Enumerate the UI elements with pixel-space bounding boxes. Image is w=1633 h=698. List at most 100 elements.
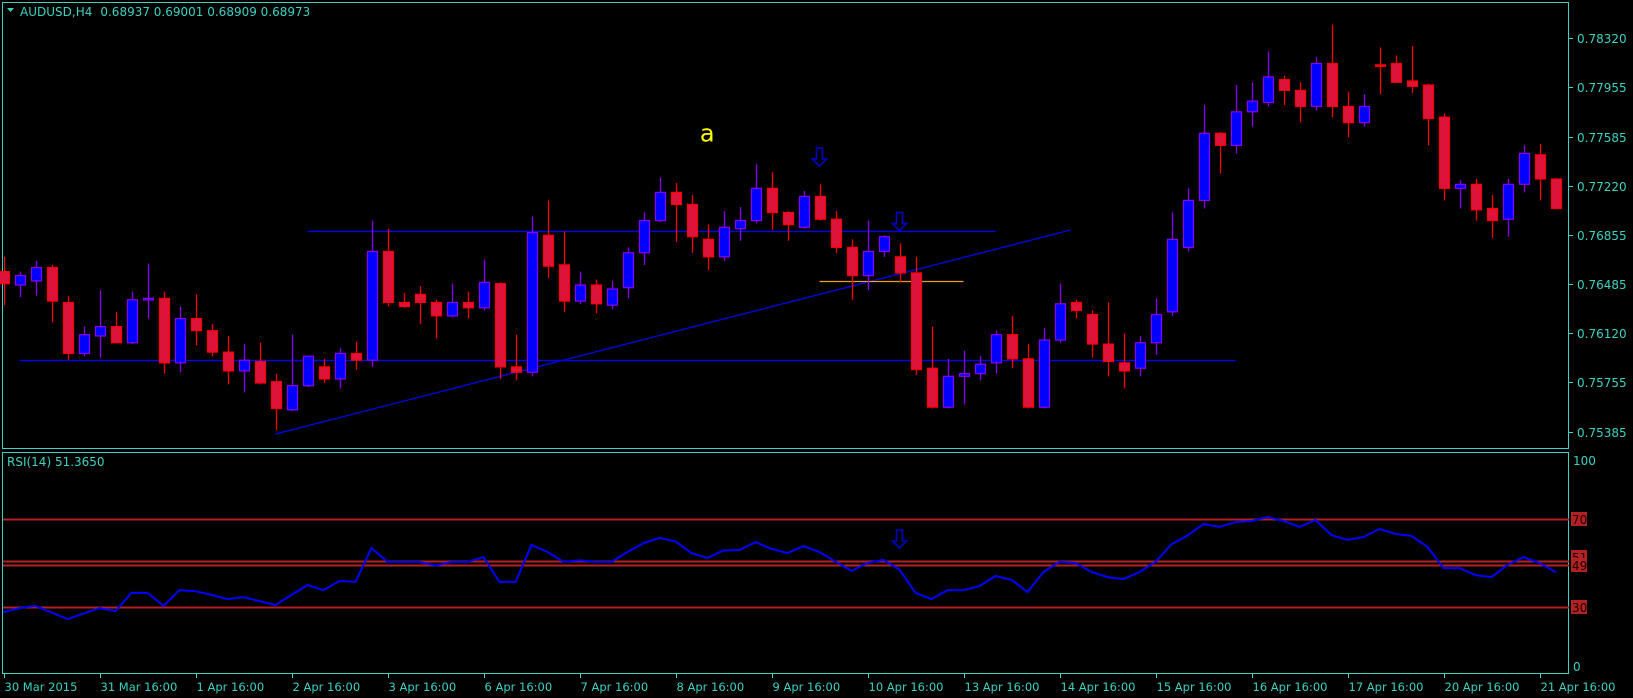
rsi-point [1458,567,1461,569]
candle-body [1470,183,1483,211]
candle-body [334,352,347,380]
rsi-point [18,607,21,609]
candle-bullish [174,306,187,373]
candle-body [1198,132,1211,202]
candle-bearish [1534,144,1547,201]
candle-body [862,250,875,277]
chart-objects-front: a [700,120,909,550]
time-tick-label: 10 Apr 16:00 [869,680,944,694]
rsi-point [1442,567,1445,569]
candle-body [142,297,155,301]
candle-body [1118,362,1131,372]
candle-bearish [1294,82,1307,123]
candle-body [782,211,795,226]
rsi-point [914,592,917,594]
candle-bearish [254,342,267,385]
candle-bullish [446,283,459,318]
rsi-point [66,618,69,620]
rsi-point [834,560,837,563]
candle-body [1342,105,1355,124]
candle-body [430,301,443,317]
rsi-point [386,561,389,563]
rsi-point [482,556,485,558]
candle-bearish [1390,55,1403,83]
time-axis[interactable]: 30 Mar 2015 31 Mar 16:00 1 Apr 16:00 2 Apr … [4,674,1616,694]
rsi-point [1378,528,1381,530]
candle-body [1006,334,1019,360]
candle-body [846,246,859,277]
candle-body [478,281,491,309]
rsi-point [594,561,597,563]
candle-body [382,250,395,304]
rsi-point [1186,534,1189,537]
rsi-point [194,590,197,592]
candle-bullish [1518,145,1531,193]
rsi-point [562,561,565,563]
candle-bullish [1358,94,1371,127]
candle-body [1166,238,1179,313]
candle-bearish [782,211,795,241]
rsi-level-label: 30 [1572,601,1587,615]
candle-body [526,232,539,373]
price-tick-label: 0.75755 [1577,376,1627,390]
candle-bearish [1070,299,1083,319]
candle-body [94,326,107,337]
candle-body [286,385,299,411]
candle-bearish [1214,131,1227,174]
candle-body [0,270,11,285]
price-tick-label: 0.77955 [1577,81,1627,95]
rsi-point [82,612,85,615]
candle-bullish [1198,105,1211,209]
candle-bearish [430,299,443,339]
candle-bearish [926,326,939,409]
candle-body [398,301,411,308]
candle-body [350,352,363,361]
price-tick-label: 0.78320 [1577,32,1627,46]
candle-bearish [1470,178,1483,221]
candle-body [878,236,891,253]
rsi-point [786,552,789,554]
rsi-point [1346,539,1349,541]
rsi-point [434,564,437,567]
candle-body [558,264,571,302]
candle-body [206,330,219,353]
rsi-point [850,570,853,572]
chart-window[interactable]: a 0.783200.779550.775850.772200.768550.7… [0,0,1633,698]
rsi-point [290,594,293,596]
rsi-point [450,561,453,563]
candle-bullish [1502,178,1515,237]
candle-bearish [1486,195,1499,239]
rsi-level-label: 49 [1572,559,1587,573]
candle-bullish [574,271,587,304]
price-tick-label: 0.77585 [1577,131,1627,145]
rsi-point [466,561,469,563]
time-tick-label: 3 Apr 16:00 [389,680,457,694]
candle-bearish [382,228,395,307]
candle-body [1278,79,1291,91]
rsi-point [370,547,373,549]
candle-body [1150,313,1163,344]
candle-body [1262,76,1275,104]
candle-body [894,256,907,274]
candle-bullish [638,212,651,265]
rsi-point [578,559,581,562]
candle-bearish [1406,46,1419,94]
candle-bullish [878,235,891,257]
rsi-point [178,589,181,591]
dropdown-triangle-icon[interactable] [7,8,14,12]
price-axis[interactable]: 0.78320 0.77955 0.77585 0.77220 0.76855 0.764… [1569,32,1627,440]
candle-bullish [606,280,619,310]
time-tick-label: 21 Apr 16:00 [1541,680,1616,694]
candle-bearish [766,172,779,230]
time-tick-label: 13 Apr 16:00 [965,680,1040,694]
candle-body [1214,132,1227,146]
candle-body [190,317,203,332]
candle-body [990,334,1003,364]
candle-body [590,284,603,305]
rsi-point [1410,535,1413,537]
candle-body [830,218,843,249]
candle-bullish [942,358,955,409]
candle-bearish [62,295,75,361]
rsi-point [706,557,709,559]
candle-body [1438,116,1451,189]
